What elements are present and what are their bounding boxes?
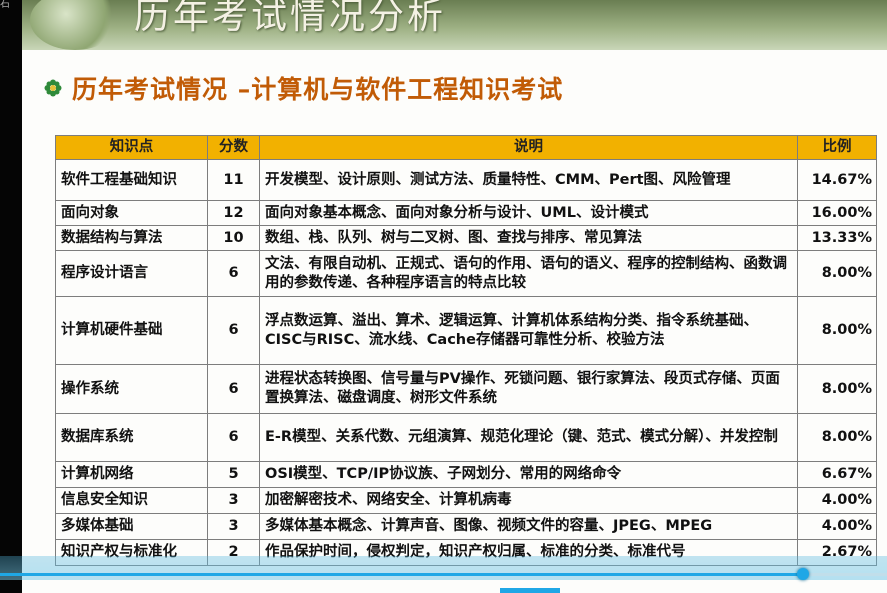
- row-description: E-R模型、关系代数、元组演算、规范化理论（键、范式、模式分解）、并发控制: [259, 413, 798, 462]
- header-description: 说明: [259, 135, 798, 160]
- row-score: 6: [207, 296, 260, 365]
- row-ratio: 13.33%: [797, 225, 877, 251]
- row-name: 数据结构与算法: [55, 225, 208, 251]
- table-row: 数据库系统 6 E-R模型、关系代数、元组演算、规范化理论（键、范式、模式分解）…: [55, 413, 877, 462]
- row-score: 3: [207, 513, 260, 540]
- row-description: 文法、有限自动机、正规式、语句的作用、语句的语义、程序的控制结构、函数调用的参数…: [259, 250, 798, 297]
- table-header-row: 知识点 分数 说明 比例: [55, 135, 877, 160]
- table-row: 操作系统 6 进程状态转换图、信号量与PV操作、死锁问题、银行家算法、段页式存储…: [55, 364, 877, 414]
- row-name: 面向对象: [55, 200, 208, 226]
- row-ratio: 8.00%: [797, 296, 877, 365]
- leaf-decoration-icon: [30, 0, 120, 50]
- table-row: 信息安全知识 3 加密解密技术、网络安全、计算机病毒 4.00%: [55, 487, 877, 514]
- knowledge-table: 知识点 分数 说明 比例 软件工程基础知识 11 开发模型、设计原则、测试方法、…: [55, 135, 877, 566]
- table-row: 面向对象 12 面向对象基本概念、面向对象分析与设计、UML、设计模式 16.0…: [55, 200, 877, 226]
- row-description: 多媒体基本概念、计算声音、图像、视频文件的容量、JPEG、MPEG: [259, 513, 798, 540]
- header-ratio: 比例: [797, 135, 877, 160]
- row-name: 程序设计语言: [55, 250, 208, 297]
- slide-banner: 历年考试情况分析: [22, 0, 887, 50]
- row-ratio: 4.00%: [797, 487, 877, 514]
- row-description: 数组、栈、队列、树与二叉树、图、查找与排序、常见算法: [259, 225, 798, 251]
- row-description: 浮点数运算、溢出、算术、逻辑运算、计算机体系结构分类、指令系统基础、CISC与R…: [259, 296, 798, 365]
- table-row: 计算机硬件基础 6 浮点数运算、溢出、算术、逻辑运算、计算机体系结构分类、指令系…: [55, 296, 877, 365]
- bottom-marker: [500, 588, 560, 593]
- row-ratio: 8.00%: [797, 250, 877, 297]
- row-description: 开发模型、设计原则、测试方法、质量特性、CMM、Pert图、风险管理: [259, 159, 798, 201]
- row-name: 计算机网络: [55, 461, 208, 488]
- row-name: 信息安全知识: [55, 487, 208, 514]
- video-controls-overlay: [0, 556, 887, 580]
- header-score: 分数: [207, 135, 260, 160]
- slide-subtitle: 历年考试情况 –计算机与软件工程知识考试: [44, 68, 563, 108]
- flower-bullet-icon: [44, 79, 62, 97]
- video-progress-fill: [0, 573, 803, 576]
- banner-title: 历年考试情况分析: [134, 0, 447, 37]
- row-description: 进程状态转换图、信号量与PV操作、死锁问题、银行家算法、段页式存储、页面置换算法…: [259, 364, 798, 414]
- row-ratio: 16.00%: [797, 200, 877, 226]
- row-score: 6: [207, 250, 260, 297]
- subtitle-text: 历年考试情况 –计算机与软件工程知识考试: [72, 75, 564, 104]
- row-score: 3: [207, 487, 260, 514]
- row-description: 面向对象基本概念、面向对象分析与设计、UML、设计模式: [259, 200, 798, 226]
- row-ratio: 4.00%: [797, 513, 877, 540]
- video-progress-handle[interactable]: [796, 568, 809, 580]
- row-description: 加密解密技术、网络安全、计算机病毒: [259, 487, 798, 514]
- slide: 历年考试情况分析 历年考试情况 –计算机与软件工程知识考试 知识点 分数 说明 …: [22, 0, 887, 593]
- row-score: 5: [207, 461, 260, 488]
- header-knowledge-point: 知识点: [55, 135, 208, 160]
- table-row: 多媒体基础 3 多媒体基本概念、计算声音、图像、视频文件的容量、JPEG、MPE…: [55, 513, 877, 540]
- row-score: 10: [207, 225, 260, 251]
- row-description: OSI模型、TCP/IP协议族、子网划分、常用的网络命令: [259, 461, 798, 488]
- table-row: 计算机网络 5 OSI模型、TCP/IP协议族、子网划分、常用的网络命令 6.6…: [55, 461, 877, 488]
- row-score: 12: [207, 200, 260, 226]
- row-name: 软件工程基础知识: [55, 159, 208, 201]
- table-row: 程序设计语言 6 文法、有限自动机、正规式、语句的作用、语句的语义、程序的控制结…: [55, 250, 877, 297]
- row-score: 6: [207, 413, 260, 462]
- row-score: 6: [207, 364, 260, 414]
- row-name: 数据库系统: [55, 413, 208, 462]
- row-name: 计算机硬件基础: [55, 296, 208, 365]
- row-ratio: 6.67%: [797, 461, 877, 488]
- table-row: 软件工程基础知识 11 开发模型、设计原则、测试方法、质量特性、CMM、Pert…: [55, 159, 877, 201]
- left-black-bar: 石: [0, 0, 22, 593]
- left-edge-glyph: 石: [0, 0, 10, 10]
- row-name: 操作系统: [55, 364, 208, 414]
- row-ratio: 8.00%: [797, 364, 877, 414]
- row-ratio: 8.00%: [797, 413, 877, 462]
- row-name: 多媒体基础: [55, 513, 208, 540]
- table-row: 数据结构与算法 10 数组、栈、队列、树与二叉树、图、查找与排序、常见算法 13…: [55, 225, 877, 251]
- row-score: 11: [207, 159, 260, 201]
- row-ratio: 14.67%: [797, 159, 877, 201]
